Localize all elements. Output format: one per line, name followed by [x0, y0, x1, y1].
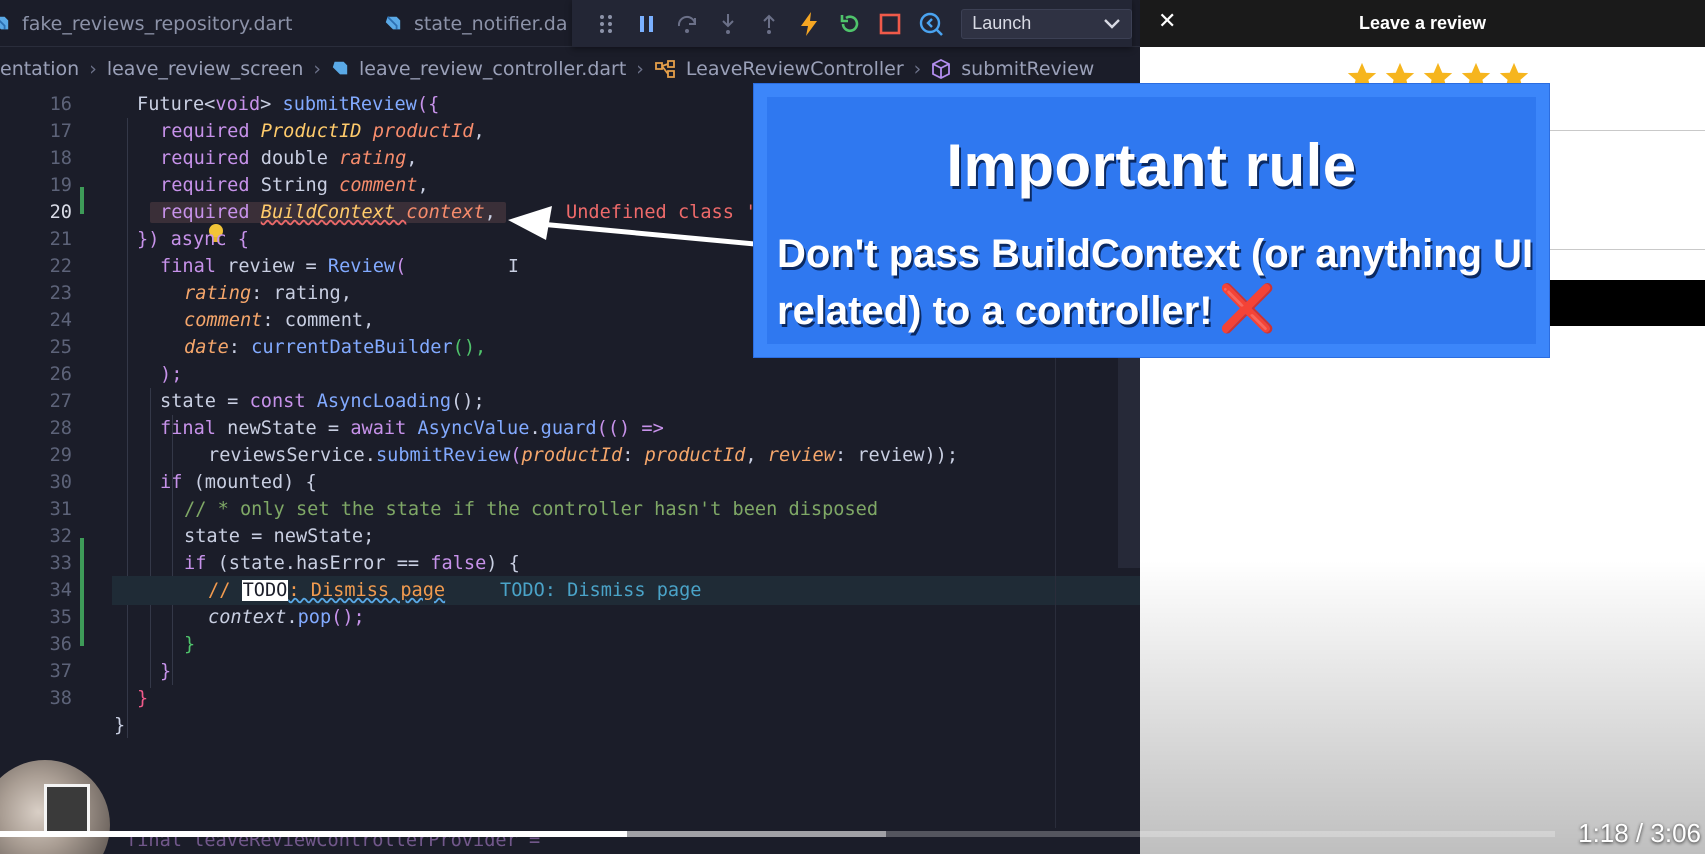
breadcrumb-separator-icon: ›: [913, 58, 922, 80]
step-out-icon[interactable]: [748, 4, 789, 44]
close-icon[interactable]: ✕: [1158, 8, 1176, 34]
drag-grip-icon[interactable]: [586, 4, 627, 44]
code-line: 38 }: [49, 688, 149, 709]
code-line: 36 }: [49, 634, 196, 655]
chevron-down-icon: [1104, 18, 1120, 29]
hot-restart-icon[interactable]: [829, 4, 870, 44]
code-line: 26 );: [49, 364, 183, 385]
breadcrumb-item[interactable]: LeaveReviewController: [654, 58, 904, 80]
breadcrumb-separator-icon: ›: [313, 58, 321, 80]
breadcrumb-item[interactable]: entation: [0, 58, 79, 80]
code-line: 35 context.pop();: [49, 607, 365, 628]
code-line: 27 state = const AsyncLoading();: [49, 391, 485, 412]
stop-icon[interactable]: [870, 4, 911, 44]
code-line: 31 // * only set the state if the contro…: [49, 499, 879, 520]
code-line: 32 state = newState;: [49, 526, 375, 547]
code-line: 33 if (state.hasError == false) {: [49, 553, 520, 574]
devtools-icon[interactable]: [911, 4, 952, 44]
breadcrumb-item[interactable]: leave_review_controller.dart: [331, 58, 626, 80]
code-line: 29 reviewsService.submitReview(productId…: [49, 445, 959, 466]
debug-toolbar: Launch: [572, 0, 1132, 47]
tab-state-notifier[interactable]: state_notifier.da: [384, 0, 568, 47]
breadcrumb: entation › leave_review_screen › leave_r…: [0, 52, 1140, 86]
breadcrumb-separator-icon: ›: [89, 58, 97, 80]
video-progress-played[interactable]: [0, 831, 627, 837]
review-text-field[interactable]: [1540, 130, 1705, 250]
method-symbol-icon: [932, 59, 951, 79]
launch-config-select[interactable]: Launch: [961, 8, 1132, 39]
app-bar-title: Leave a review: [1358, 13, 1487, 33]
tab-label: fake_reviews_repository.dart: [22, 12, 293, 35]
pause-icon[interactable]: [627, 4, 668, 44]
breadcrumb-item[interactable]: submitReview: [931, 58, 1094, 80]
callout-body: Don't pass BuildContext (or anything UI …: [777, 232, 1534, 334]
dart-file-icon: [332, 61, 348, 75]
step-over-icon[interactable]: [667, 4, 708, 44]
dart-file-icon: [385, 15, 401, 29]
tab-label: state_notifier.da: [414, 12, 568, 35]
tab-fake-reviews-repository[interactable]: fake_reviews_repository.dart: [0, 0, 292, 47]
submit-button[interactable]: [1540, 280, 1705, 326]
code-line: 30 if (mounted) {: [49, 472, 317, 493]
dart-file-icon: [0, 16, 9, 29]
video-time: 1:18 / 3:06: [1578, 818, 1701, 848]
callout-title: Important rule: [946, 132, 1357, 199]
arrow-annotation: [508, 206, 767, 248]
hot-reload-icon[interactable]: [789, 4, 830, 44]
important-rule-callout: Important rule Don't pass BuildContext (…: [754, 84, 1549, 357]
code-line: 28 final newState = await AsyncValue.gua…: [49, 418, 664, 439]
launch-config-label: Launch: [972, 13, 1032, 33]
cross-mark-icon: ❌: [1218, 282, 1276, 334]
todo-hint: TODO: Dismiss page: [500, 580, 702, 601]
code-line: 37 }: [49, 661, 172, 682]
line-number-row: 34: [49, 580, 72, 601]
code-line: }: [114, 715, 126, 736]
editor-tab-bar: fake_reviews_repository.dart state_notif…: [0, 0, 1140, 47]
class-symbol-icon: [654, 60, 675, 78]
breadcrumb-item[interactable]: leave_review_screen: [107, 58, 304, 80]
step-into-icon[interactable]: [708, 4, 749, 44]
video-shade: [1140, 560, 1705, 854]
code-line-highlighted: // TODO: Dismiss page TODO: Dismiss page: [112, 576, 1140, 605]
picture-frame: [44, 784, 90, 836]
breadcrumb-separator-icon: ›: [636, 58, 644, 80]
app-bar: ✕ Leave a review: [1140, 0, 1705, 47]
